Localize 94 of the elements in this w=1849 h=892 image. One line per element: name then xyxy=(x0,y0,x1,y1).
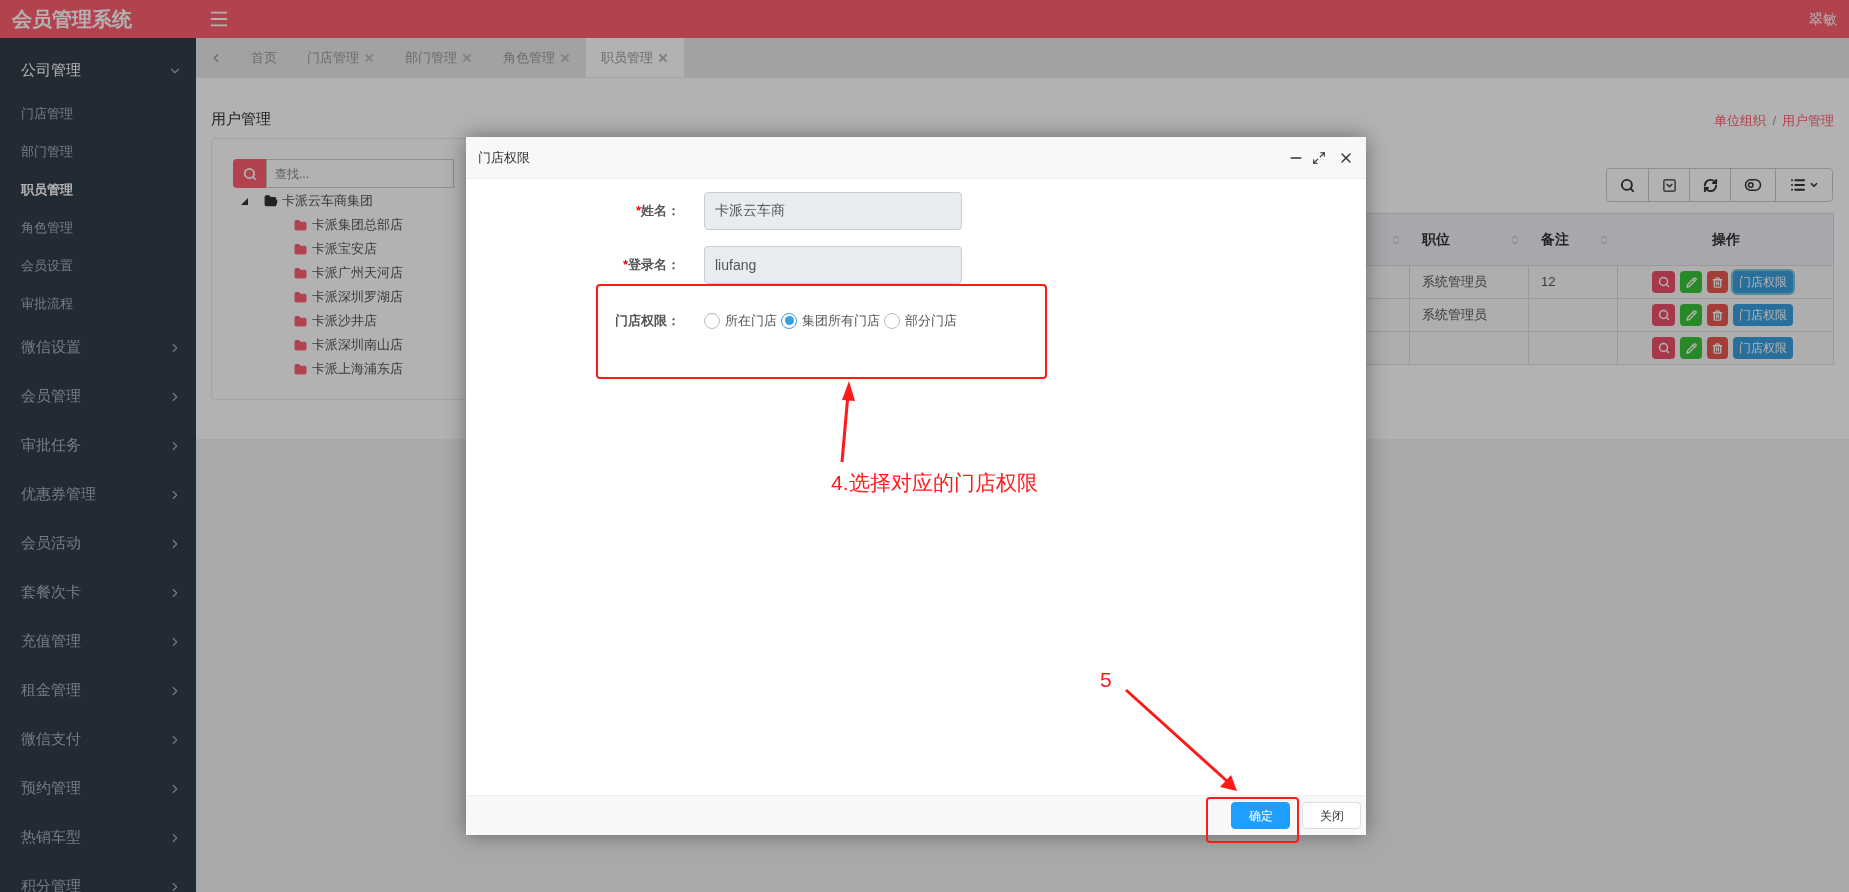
app-logo: 会员管理系统 xyxy=(11,9,133,29)
edit-button[interactable] xyxy=(1680,337,1702,359)
search-icon xyxy=(1620,177,1635,193)
sidebar-group[interactable]: 预约管理 xyxy=(0,764,196,813)
text-field[interactable]: liufang xyxy=(704,246,962,284)
sidebar-group[interactable]: 租金管理 xyxy=(0,666,196,715)
search-icon xyxy=(242,166,257,181)
maximize-icon[interactable] xyxy=(1312,150,1326,165)
column-header: 操作 xyxy=(1711,230,1740,249)
annotation-text: 5 xyxy=(1100,667,1112,693)
view-button[interactable] xyxy=(1652,304,1675,326)
sidebar-item[interactable]: 会员设置 xyxy=(0,247,196,285)
sidebar-item[interactable]: 部门管理 xyxy=(0,133,196,171)
collapse-icon xyxy=(1661,177,1677,193)
field-label: *登录名： xyxy=(621,256,680,275)
tree-node[interactable]: 卡派集团总部店 xyxy=(312,215,403,235)
annotation-text: 4.选择对应的门店权限 xyxy=(831,470,1038,496)
radio-option[interactable]: 所在门店 xyxy=(704,311,777,331)
modal-title: 门店权限 xyxy=(478,148,531,167)
folder-open-icon xyxy=(264,194,278,208)
column-header[interactable]: 职位 xyxy=(1422,229,1509,250)
search-icon xyxy=(1657,276,1670,288)
table-cell-text: 12 xyxy=(1541,273,1556,292)
sidebar-item[interactable]: 审批流程 xyxy=(0,285,196,323)
folder-icon xyxy=(294,242,307,256)
trash-icon xyxy=(1712,309,1723,321)
tab[interactable]: 职员管理 xyxy=(586,38,684,77)
store-permission-button[interactable]: 门店权限 xyxy=(1733,304,1793,326)
radio-option[interactable]: 部分门店 xyxy=(884,311,957,331)
sidebar-item[interactable]: 职员管理 xyxy=(0,171,196,209)
refresh-icon xyxy=(1702,177,1718,193)
tree-node[interactable]: 卡派宝安店 xyxy=(312,239,377,259)
caret-icon xyxy=(1808,180,1819,190)
folder-icon xyxy=(294,266,307,280)
text-field[interactable]: 卡派云车商 xyxy=(704,192,962,230)
folder-icon xyxy=(294,314,307,328)
tree-node[interactable]: 卡派上海浦东店 xyxy=(312,359,403,379)
tree-node[interactable]: 卡派深圳罗湖店 xyxy=(312,287,403,307)
sidebar-item[interactable]: 门店管理 xyxy=(0,95,196,133)
expand-triangle-icon[interactable] xyxy=(241,197,248,205)
radio-option[interactable]: 集团所有门店 xyxy=(781,311,880,331)
confirm-button[interactable]: 确定 xyxy=(1231,802,1290,829)
user-name[interactable]: 翠敏 xyxy=(1809,8,1837,30)
tree-node[interactable]: 卡派深圳南山店 xyxy=(312,335,403,355)
folder-icon xyxy=(294,290,307,304)
search-field[interactable]: 查找... xyxy=(266,159,454,188)
sidebar-group[interactable]: 公司管理 xyxy=(0,46,196,95)
folder-icon xyxy=(294,362,307,376)
search-icon xyxy=(1657,309,1670,321)
sidebar-group[interactable]: 微信支付 xyxy=(0,715,196,764)
table-cell-text: 系统管理员 xyxy=(1422,273,1487,292)
sidebar-group[interactable]: 审批任务 xyxy=(0,421,196,470)
list-icon xyxy=(1789,177,1806,193)
toggle-icon xyxy=(1744,176,1762,194)
sidebar-group[interactable]: 套餐次卡 xyxy=(0,568,196,617)
page-title: 用户管理 xyxy=(211,108,271,129)
table-cell-text: 系统管理员 xyxy=(1422,306,1487,325)
sidebar-group[interactable]: 微信设置 xyxy=(0,323,196,372)
search-icon xyxy=(1657,342,1670,354)
sidebar-group[interactable]: 优惠券管理 xyxy=(0,470,196,519)
pencil-icon xyxy=(1685,309,1697,321)
field-label: 门店权限： xyxy=(614,312,680,330)
trash-icon xyxy=(1712,276,1723,288)
folder-icon xyxy=(294,218,307,232)
sidebar-group[interactable]: 热销车型 xyxy=(0,813,196,862)
breadcrumb-link[interactable]: 单位组织 xyxy=(1714,110,1767,130)
delete-button[interactable] xyxy=(1707,271,1728,293)
folder-icon xyxy=(294,338,307,352)
tree-node[interactable]: 卡派沙井店 xyxy=(312,311,377,331)
field-label: *姓名： xyxy=(634,202,680,221)
tree-node[interactable]: 卡派云车商集团 xyxy=(282,191,373,211)
sidebar-item[interactable]: 角色管理 xyxy=(0,209,196,247)
tree-node[interactable]: 卡派广州天河店 xyxy=(312,263,403,283)
pencil-icon xyxy=(1685,276,1697,288)
sort-icon[interactable] xyxy=(1509,233,1521,246)
sort-icon[interactable] xyxy=(1390,233,1402,246)
store-permission-button[interactable]: 门店权限 xyxy=(1733,271,1793,293)
delete-button[interactable] xyxy=(1707,304,1728,326)
edit-button[interactable] xyxy=(1680,271,1702,293)
edit-button[interactable] xyxy=(1680,304,1702,326)
sidebar-group[interactable]: 会员活动 xyxy=(0,519,196,568)
store-permission-button[interactable]: 门店权限 xyxy=(1733,337,1793,359)
breadcrumb-link[interactable]: 用户管理 xyxy=(1782,110,1834,130)
sidebar-group[interactable]: 充值管理 xyxy=(0,617,196,666)
view-button[interactable] xyxy=(1652,337,1675,359)
pencil-icon xyxy=(1685,342,1697,354)
close-button[interactable]: 关闭 xyxy=(1302,802,1361,829)
trash-icon xyxy=(1712,342,1723,354)
sort-icon[interactable] xyxy=(1598,233,1610,246)
view-button[interactable] xyxy=(1652,271,1675,293)
delete-button[interactable] xyxy=(1707,337,1728,359)
breadcrumb-separator: / xyxy=(1772,111,1776,130)
sidebar-group[interactable]: 会员管理 xyxy=(0,372,196,421)
column-header[interactable]: 备注 xyxy=(1541,229,1598,250)
